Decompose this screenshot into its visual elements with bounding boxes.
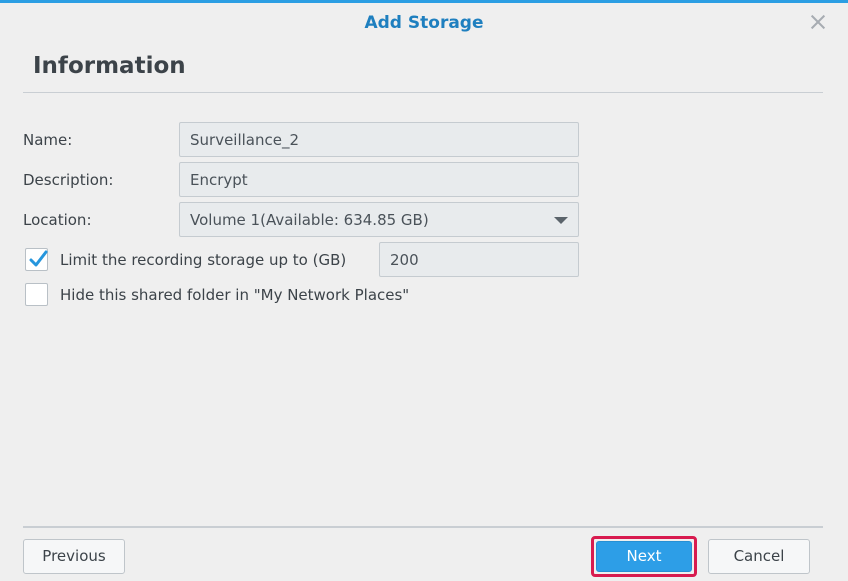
- limit-storage-checkbox[interactable]: [25, 248, 48, 271]
- limit-storage-input[interactable]: 200: [379, 242, 579, 277]
- name-field[interactable]: Surveillance_2: [179, 122, 579, 157]
- limit-storage-row[interactable]: Limit the recording storage up to (GB): [25, 248, 346, 271]
- description-field[interactable]: Encrypt: [179, 162, 579, 197]
- description-label: Description:: [23, 171, 114, 189]
- add-storage-dialog: Add Storage Information Name: Surveillan…: [0, 0, 848, 581]
- footer-divider: [23, 526, 823, 528]
- previous-button[interactable]: Previous: [23, 539, 125, 574]
- location-label: Location:: [23, 211, 92, 229]
- checkmark-icon: [29, 250, 48, 267]
- hide-folder-row[interactable]: Hide this shared folder in "My Network P…: [25, 283, 409, 306]
- chevron-down-icon: [554, 217, 568, 224]
- section-title: Information: [33, 53, 186, 79]
- location-select[interactable]: Volume 1(Available: 634.85 GB): [179, 202, 579, 237]
- hide-folder-checkbox[interactable]: [25, 283, 48, 306]
- name-label: Name:: [23, 131, 73, 149]
- dialog-title: Add Storage: [364, 13, 484, 33]
- next-button[interactable]: Next: [596, 541, 692, 572]
- limit-storage-label: Limit the recording storage up to (GB): [60, 250, 347, 269]
- location-value: Volume 1(Available: 634.85 GB): [190, 211, 429, 229]
- header-divider: [23, 92, 823, 93]
- close-icon[interactable]: [808, 12, 828, 32]
- hide-folder-label: Hide this shared folder in "My Network P…: [60, 285, 410, 304]
- cancel-button[interactable]: Cancel: [708, 539, 810, 574]
